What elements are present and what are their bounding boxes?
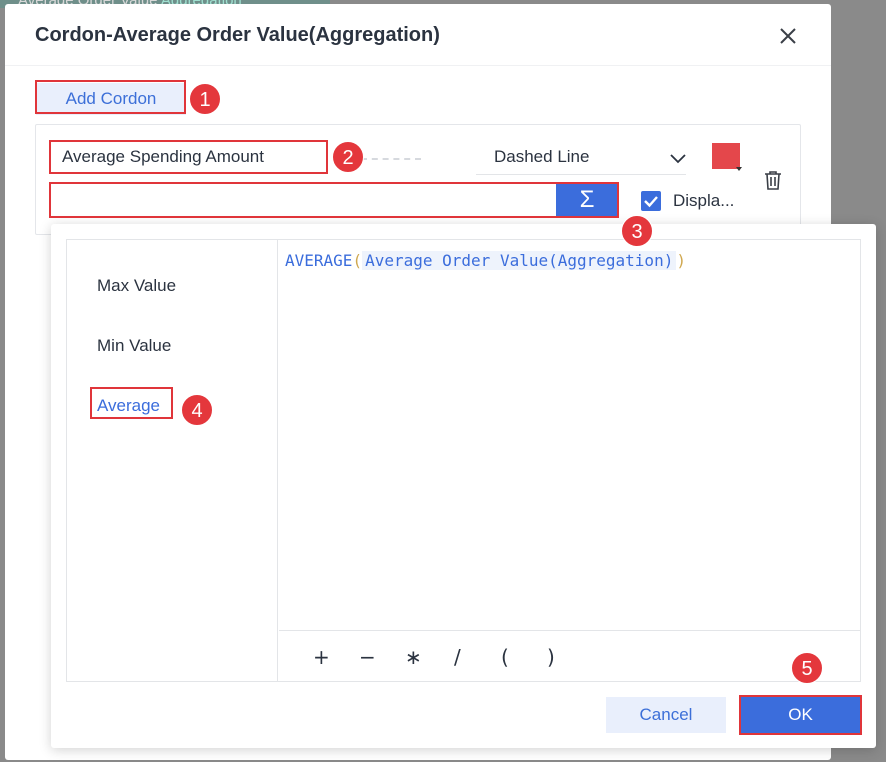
formula-function: AVERAGE bbox=[285, 251, 353, 270]
annotation-badge-3: 3 bbox=[621, 215, 653, 247]
operator-bar: + − ∗ / ( ) bbox=[279, 630, 860, 681]
formula-code: AVERAGE(Average Order Value(Aggregation)… bbox=[285, 251, 686, 270]
annotation-badge-2: 2 bbox=[332, 141, 364, 173]
display-label: Displa... bbox=[673, 191, 735, 210]
operator-divide[interactable]: / bbox=[454, 645, 461, 669]
display-checkbox[interactable] bbox=[641, 191, 661, 211]
formula-open-paren: ( bbox=[352, 251, 363, 270]
trash-icon[interactable] bbox=[762, 169, 784, 191]
annotation-badge-5: 5 bbox=[791, 652, 823, 684]
annotation-box-name bbox=[49, 140, 328, 174]
operator-open-paren[interactable]: ( bbox=[501, 645, 509, 669]
formula-popup: Max Value Min Value Average AVERAGE(Aver… bbox=[51, 224, 876, 748]
dialog-header: Cordon-Average Order Value(Aggregation) bbox=[5, 4, 831, 66]
annotation-badge-1: 1 bbox=[189, 83, 221, 115]
caret-down-icon bbox=[736, 167, 742, 171]
operator-multiply[interactable]: ∗ bbox=[405, 645, 422, 669]
operator-minus[interactable]: − bbox=[359, 645, 376, 669]
check-icon bbox=[644, 196, 658, 208]
formula-editor-panel: Max Value Min Value Average AVERAGE(Aver… bbox=[66, 239, 861, 682]
annotation-box-add-cordon bbox=[35, 80, 186, 114]
function-min-value[interactable]: Min Value bbox=[97, 336, 171, 356]
close-icon[interactable] bbox=[775, 23, 801, 49]
annotation-box-formula bbox=[49, 182, 619, 218]
line-style-value: Dashed Line bbox=[494, 147, 590, 166]
operator-close-paren[interactable]: ) bbox=[547, 645, 555, 669]
cancel-button[interactable]: Cancel bbox=[606, 697, 726, 733]
formula-field[interactable]: Average Order Value(Aggregation) bbox=[362, 251, 677, 270]
annotation-box-average bbox=[90, 387, 173, 419]
color-picker[interactable] bbox=[712, 143, 740, 169]
function-list: Max Value Min Value Average bbox=[67, 240, 278, 681]
chevron-down-icon bbox=[670, 154, 686, 164]
line-style-select[interactable]: Dashed Line bbox=[476, 143, 686, 175]
annotation-box-ok bbox=[739, 695, 862, 735]
formula-close-paren: ) bbox=[676, 251, 686, 270]
annotation-badge-4: 4 bbox=[181, 394, 213, 426]
dashed-line-preview bbox=[361, 158, 421, 160]
operator-plus[interactable]: + bbox=[313, 645, 330, 669]
dialog-title: Cordon-Average Order Value(Aggregation) bbox=[35, 24, 440, 46]
function-max-value[interactable]: Max Value bbox=[97, 276, 176, 296]
formula-editor[interactable]: AVERAGE(Average Order Value(Aggregation)… bbox=[279, 240, 860, 630]
